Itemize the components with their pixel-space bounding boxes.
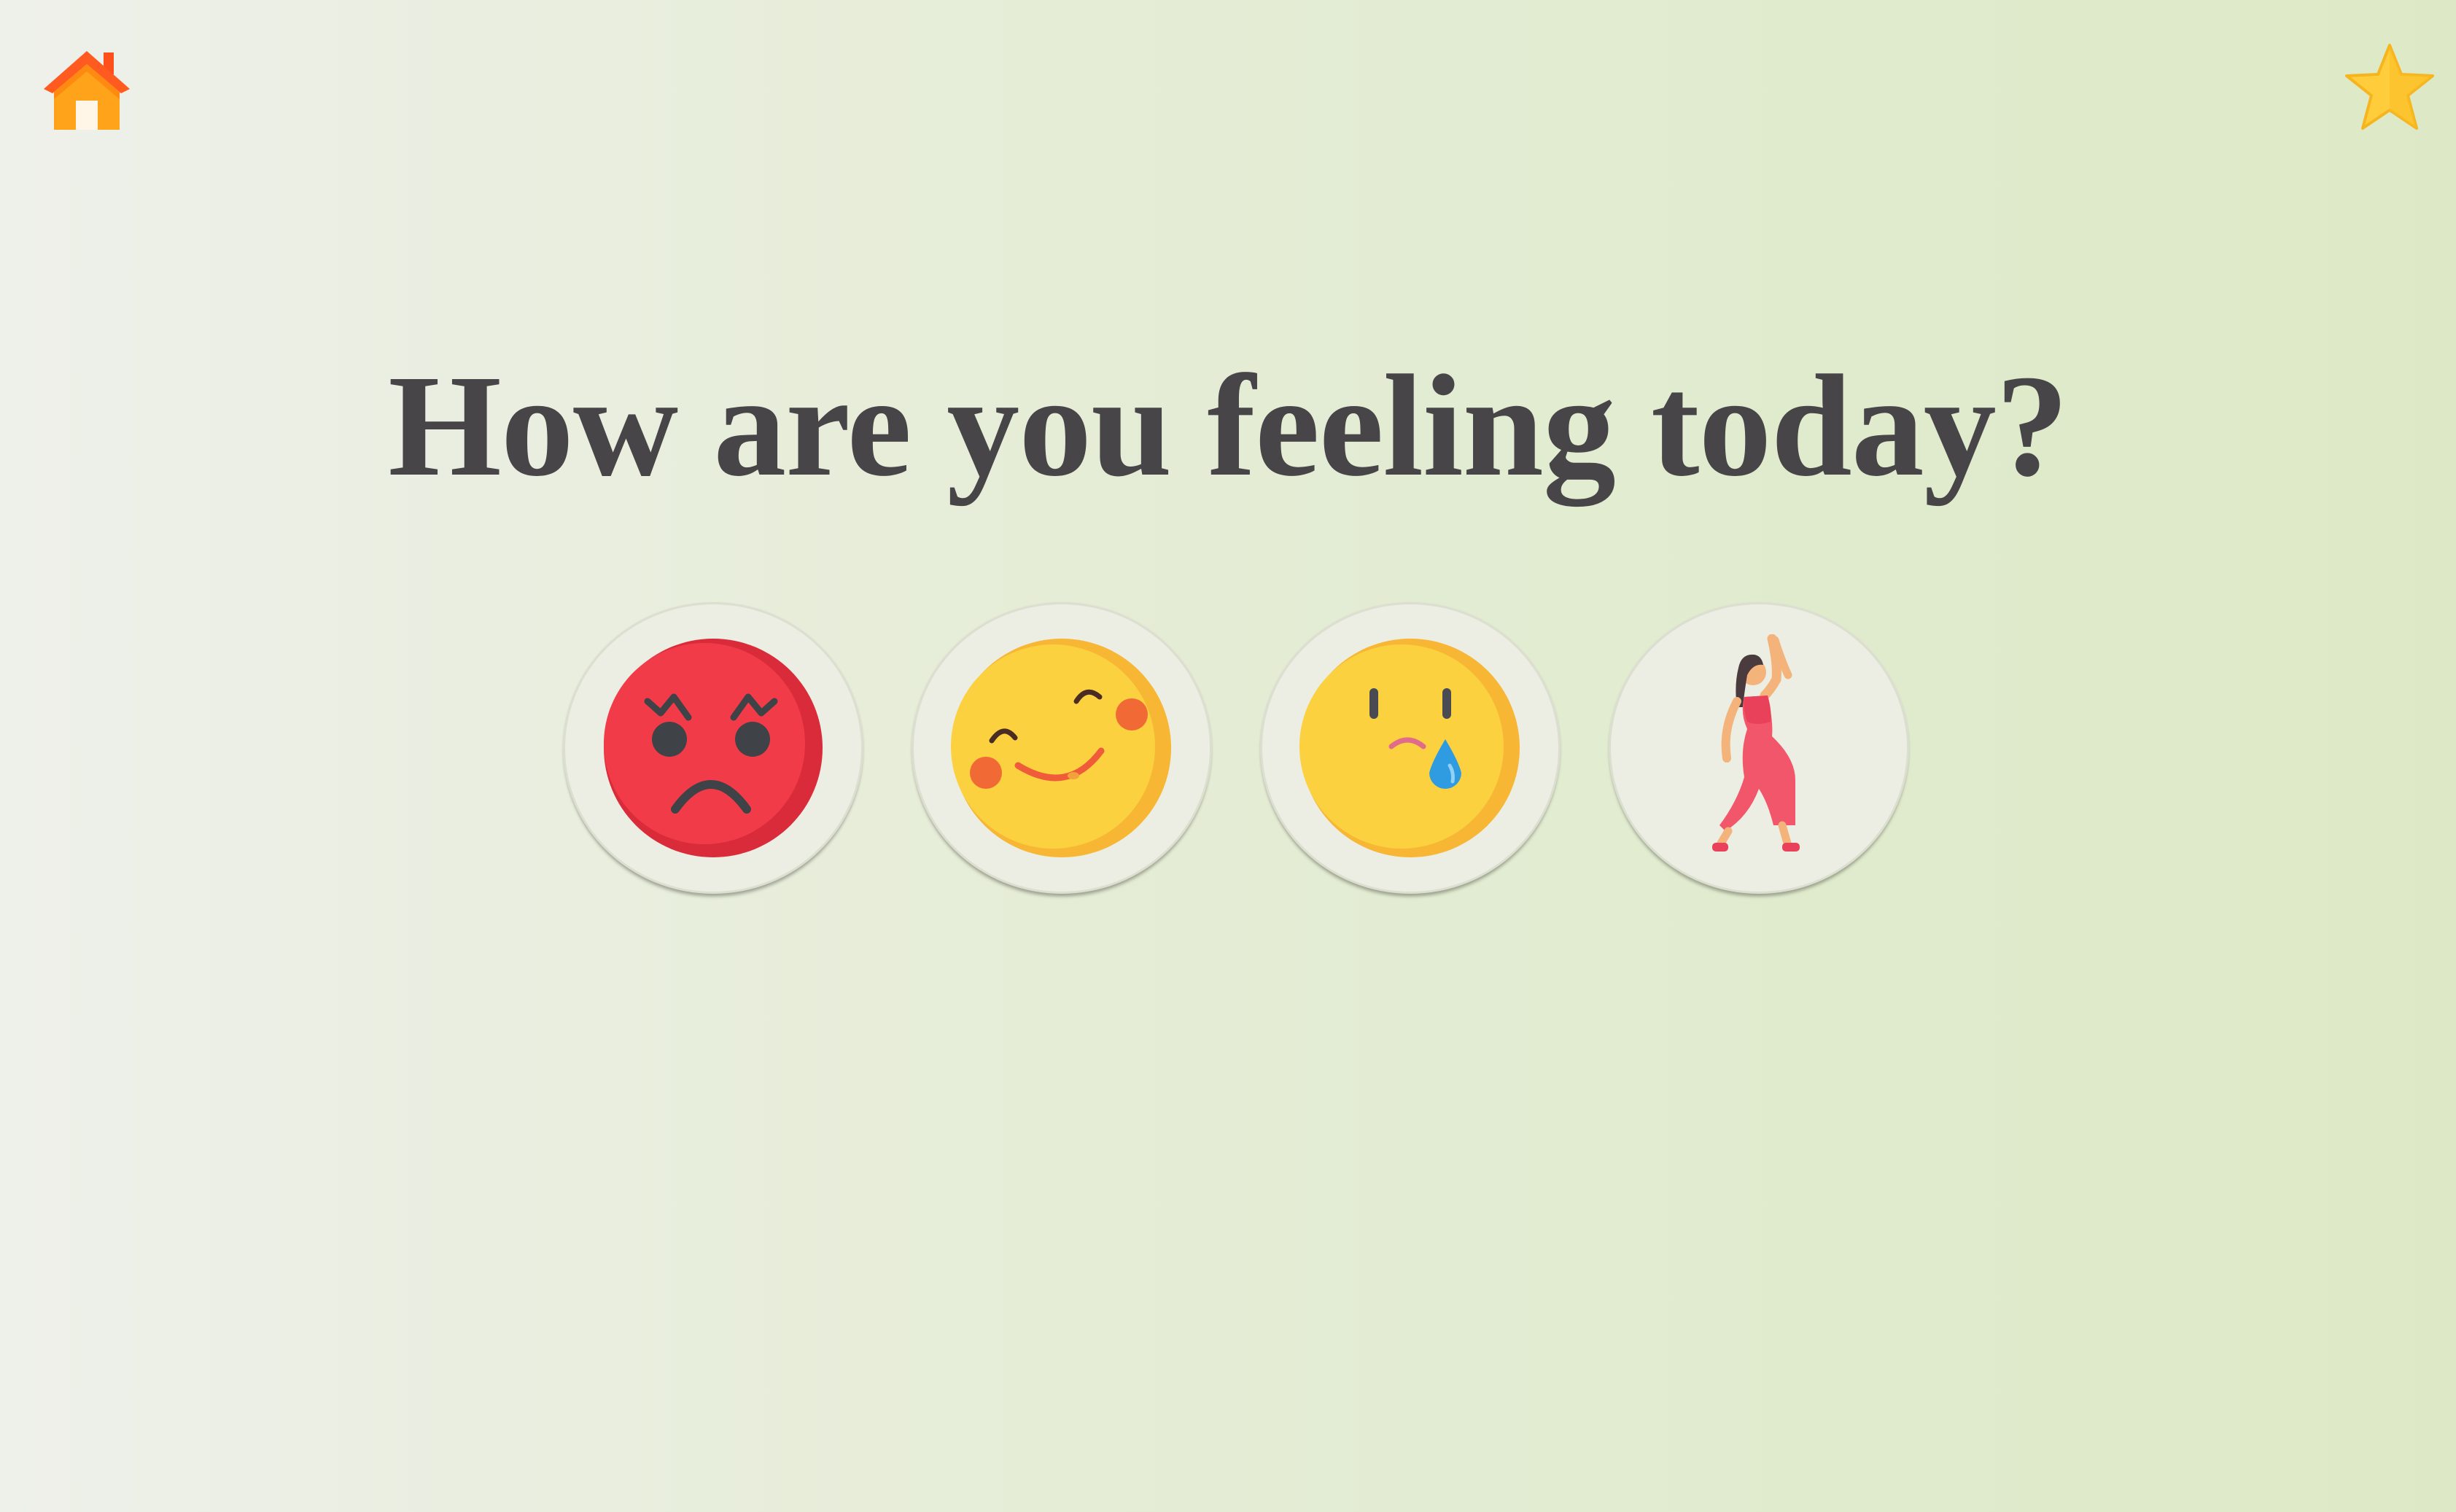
- angry-face-icon: [604, 639, 823, 857]
- favorite-button[interactable]: [2342, 42, 2437, 134]
- home-icon: [44, 51, 130, 130]
- mood-option-happy[interactable]: [912, 602, 1212, 894]
- star-icon: [2345, 44, 2434, 130]
- mood-options: [563, 602, 1919, 897]
- dancing-woman-icon: [1712, 634, 1800, 852]
- mood-option-dancing[interactable]: [1609, 602, 1909, 894]
- crying-face-icon: [1299, 639, 1520, 857]
- home-button[interactable]: [41, 47, 133, 133]
- mood-option-angry[interactable]: [563, 602, 863, 894]
- happy-wink-face-icon: [951, 639, 1171, 857]
- page-title: How are you feeling today?: [388, 346, 2069, 507]
- mood-option-sad[interactable]: [1260, 602, 1561, 894]
